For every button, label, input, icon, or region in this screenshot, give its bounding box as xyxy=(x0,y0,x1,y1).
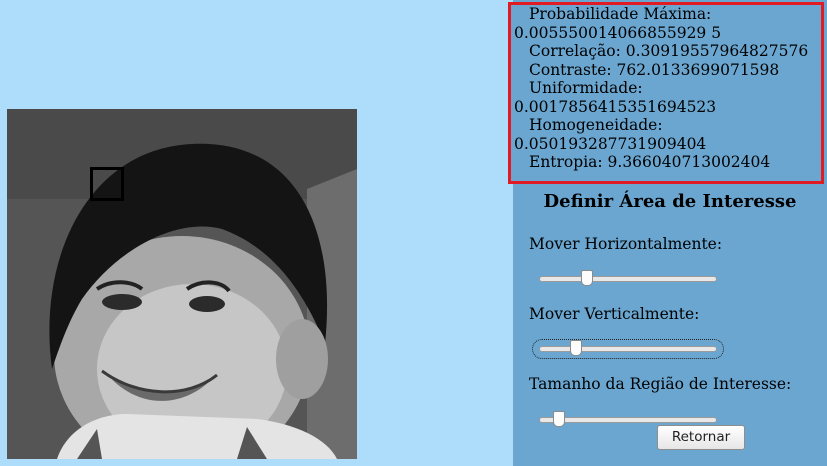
vertical-slider-label: Mover Verticalmente: xyxy=(529,305,700,323)
roi-size-slider-thumb[interactable] xyxy=(552,411,565,427)
contrast-text: Contraste: 762.0133699071598 xyxy=(529,60,780,79)
horizontal-slider-thumb[interactable] xyxy=(580,270,593,286)
grayscale-photo xyxy=(7,109,357,459)
roi-size-slider[interactable] xyxy=(539,411,717,427)
return-button[interactable]: Retornar xyxy=(657,425,745,450)
horizontal-slider[interactable] xyxy=(539,270,717,286)
uniformity-label: Uniformidade: xyxy=(529,79,643,97)
max-probability-value: 0.005550014066855929 5 xyxy=(514,23,722,42)
size-slider-label: Tamanho da Região de Interesse: xyxy=(529,375,792,393)
uniformity-value: 0.0017856415351694523 xyxy=(514,97,717,116)
correlation-text: Correlação: 0.30919557964827576 xyxy=(529,42,809,60)
max-probability-label: Probabilidade Máxima: xyxy=(529,5,712,23)
entropy-text: Entropia: 9.366040713002404 xyxy=(529,153,771,171)
region-of-interest-box xyxy=(90,167,124,201)
roi-section-title: Definir Área de Interesse xyxy=(543,191,797,212)
horizontal-slider-label: Mover Horizontalmente: xyxy=(529,235,723,253)
homogeneity-value: 0.050193287731909404 xyxy=(514,134,707,153)
homogeneity-label: Homogeneidade: xyxy=(529,116,663,134)
vertical-slider[interactable] xyxy=(532,339,724,359)
statistics-box: Probabilidade Máxima: 0.0055500140668559… xyxy=(508,2,824,184)
child-portrait-image xyxy=(7,109,357,459)
vertical-slider-thumb[interactable] xyxy=(570,340,583,356)
